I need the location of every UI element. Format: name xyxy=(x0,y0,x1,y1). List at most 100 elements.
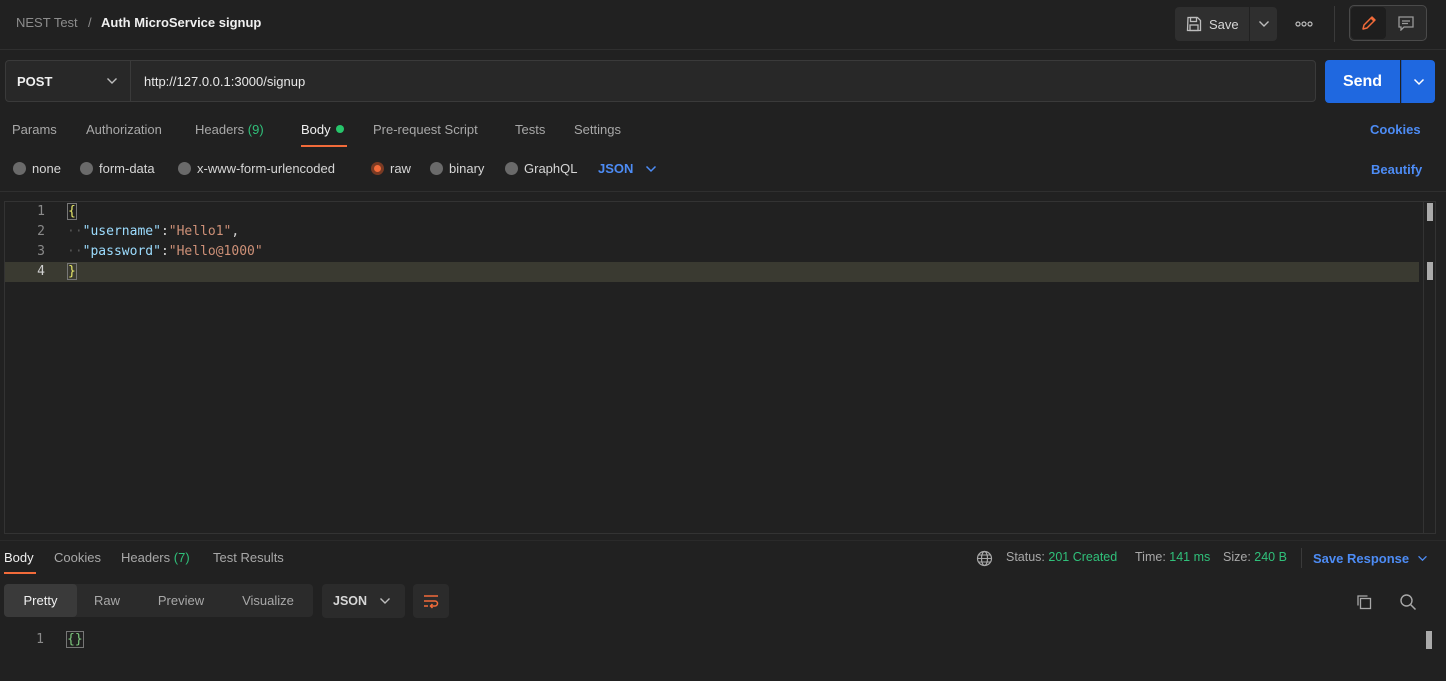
status-divider xyxy=(1301,548,1302,568)
method-select[interactable]: POST xyxy=(5,60,131,102)
code-text: {} xyxy=(66,631,84,648)
response-time: Time: 141 ms xyxy=(1135,550,1210,564)
radio-none xyxy=(13,162,26,175)
response-active-tab-underline xyxy=(4,572,36,574)
send-label: Send xyxy=(1342,72,1383,90)
body-type-urlencoded-label: x-www-form-urlencoded xyxy=(197,161,335,176)
tab-settings[interactable]: Settings xyxy=(574,122,621,137)
save-button[interactable]: Save xyxy=(1175,7,1249,41)
body-type-graphql-label: GraphQL xyxy=(524,161,578,176)
response-status: Status: 201 Created xyxy=(1006,550,1117,564)
body-language-value: JSON xyxy=(598,161,634,176)
search-icon[interactable] xyxy=(1396,590,1420,614)
body-type-none[interactable]: none xyxy=(13,161,61,176)
method-value: POST xyxy=(17,73,53,89)
code-line: 1 {} xyxy=(4,630,1418,650)
tab-headers-count: (9) xyxy=(247,122,264,137)
chevron-down-icon xyxy=(379,597,391,605)
line-number: 4 xyxy=(37,264,45,279)
wrap-lines-button[interactable] xyxy=(413,584,449,618)
response-divider xyxy=(0,540,1446,541)
save-options-button[interactable] xyxy=(1250,7,1277,41)
view-mode-raw[interactable]: Raw xyxy=(77,584,137,617)
response-tab-headers[interactable]: Headers (7) xyxy=(121,550,190,565)
view-mode-pretty[interactable]: Pretty xyxy=(4,584,77,617)
body-type-raw-label: raw xyxy=(390,161,411,176)
chevron-down-icon xyxy=(645,165,657,173)
send-button[interactable]: Send xyxy=(1325,60,1400,103)
save-response-button[interactable]: Save Response xyxy=(1313,551,1428,566)
body-type-binary[interactable]: binary xyxy=(430,161,484,176)
line-number: 2 xyxy=(37,224,45,239)
code-text: { xyxy=(67,203,77,220)
code-text: } xyxy=(67,263,77,280)
send-options-button[interactable] xyxy=(1401,60,1435,103)
tab-headers[interactable]: Headers (9) xyxy=(195,122,264,137)
copy-icon[interactable] xyxy=(1352,590,1376,614)
wrap-lines-icon xyxy=(422,593,440,609)
save-response-label: Save Response xyxy=(1313,551,1410,566)
scroll-marker xyxy=(1427,262,1433,280)
tab-params[interactable]: Params xyxy=(12,122,57,137)
beautify-link[interactable]: Beautify xyxy=(1371,162,1422,177)
body-type-none-label: none xyxy=(32,161,61,176)
body-type-form-data-label: form-data xyxy=(99,161,155,176)
tab-tests[interactable]: Tests xyxy=(515,122,545,137)
response-size: Size: 240 B xyxy=(1223,550,1287,564)
response-tab-cookies[interactable]: Cookies xyxy=(54,550,101,565)
body-type-form-data[interactable]: form-data xyxy=(80,161,155,176)
chevron-down-icon xyxy=(1413,78,1425,86)
line-number: 1 xyxy=(37,204,45,219)
edit-mode-button[interactable] xyxy=(1351,7,1386,39)
status-value: 201 Created xyxy=(1048,550,1118,564)
code-line: 2 ··"username":"Hello1", xyxy=(5,222,1419,242)
radio-form-data xyxy=(80,162,93,175)
tab-body[interactable]: Body xyxy=(301,122,344,137)
size-value: 240 B xyxy=(1254,550,1287,564)
radio-binary xyxy=(430,162,443,175)
status-label: Status: xyxy=(1006,550,1045,564)
body-indicator-dot xyxy=(335,125,344,133)
save-label: Save xyxy=(1209,16,1239,32)
cookies-link[interactable]: Cookies xyxy=(1370,122,1421,137)
chevron-down-icon xyxy=(1417,555,1428,562)
tab-prerequest-script[interactable]: Pre-request Script xyxy=(373,122,478,137)
body-type-raw[interactable]: raw xyxy=(371,161,411,176)
comment-icon xyxy=(1397,15,1415,31)
globe-icon[interactable] xyxy=(972,546,996,570)
tab-body-label: Body xyxy=(301,122,331,137)
more-icon xyxy=(1295,21,1313,27)
line-number: 3 xyxy=(37,244,45,259)
time-label: Time: xyxy=(1135,550,1166,564)
body-type-binary-label: binary xyxy=(449,161,485,176)
code-line: 1 { xyxy=(5,202,1419,222)
response-tab-test-results[interactable]: Test Results xyxy=(213,550,284,565)
time-value: 141 ms xyxy=(1169,550,1211,564)
response-tab-headers-label: Headers xyxy=(121,550,171,565)
body-type-graphql[interactable]: GraphQL xyxy=(505,161,577,176)
scroll-marker xyxy=(1426,631,1432,649)
save-icon xyxy=(1186,16,1202,32)
response-tab-body[interactable]: Body xyxy=(4,550,34,565)
view-mode-visualize[interactable]: Visualize xyxy=(226,584,310,617)
radio-urlencoded xyxy=(178,162,191,175)
breadcrumb-collection[interactable]: NEST Test xyxy=(16,15,78,30)
request-body-editor[interactable]: 1 { 2 ··"username":"Hello1", 3 ··"passwo… xyxy=(4,201,1436,534)
url-input[interactable]: http://127.0.0.1:3000/signup xyxy=(130,60,1316,102)
request-title[interactable]: Auth MicroService signup xyxy=(101,15,261,30)
body-language-select[interactable]: JSON xyxy=(598,161,657,176)
size-label: Size: xyxy=(1223,550,1251,564)
comment-mode-button[interactable] xyxy=(1388,7,1423,39)
code-text: ··"username":"Hello1", xyxy=(67,224,240,239)
more-options-button[interactable] xyxy=(1290,12,1318,36)
view-mode-preview[interactable]: Preview xyxy=(142,584,220,617)
editor-scrollbar[interactable] xyxy=(1423,202,1436,533)
body-type-urlencoded[interactable]: x-www-form-urlencoded xyxy=(178,161,335,176)
tab-authorization[interactable]: Authorization xyxy=(86,122,162,137)
header-divider xyxy=(1334,6,1335,42)
response-body-viewer[interactable]: 1 {} xyxy=(4,630,1436,681)
url-value: http://127.0.0.1:3000/signup xyxy=(144,73,306,89)
chevron-down-icon xyxy=(1258,20,1270,28)
response-format-select[interactable]: JSON xyxy=(322,584,405,618)
code-line-current: 4 } xyxy=(5,262,1419,282)
